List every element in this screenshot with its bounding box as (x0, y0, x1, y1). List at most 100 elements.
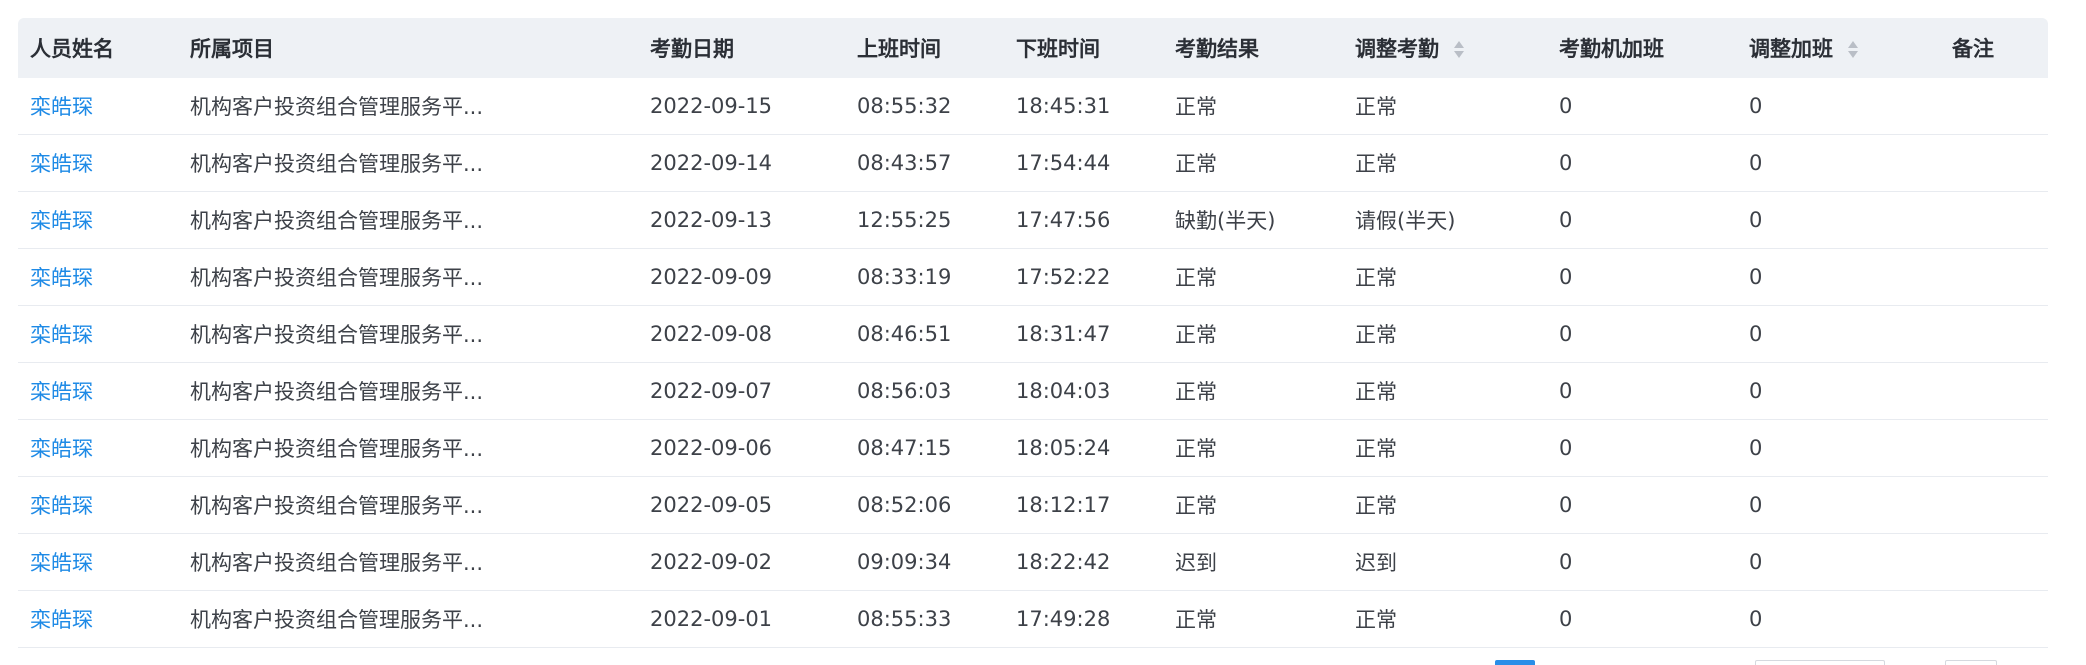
person-name-link[interactable]: 栾皓琛 (30, 380, 93, 404)
sort-up-icon (1454, 41, 1464, 48)
table-header-row: 人员姓名 所属项目 考勤日期 上班时间 下班时间 考勤结果 调整考勤 考勤机加班… (18, 18, 2048, 78)
cell-ot_adjust: 0 (1737, 191, 1940, 249)
cell-ot_adjust: 0 (1737, 305, 1940, 363)
cell-off: 18:04:03 (1004, 362, 1163, 420)
cell-ot_machine: 0 (1547, 305, 1737, 363)
cell-date: 2022-09-06 (638, 419, 845, 477)
table-row: 栾皓琛 机构客户投资组合管理服务平... 2022-09-15 08:55:32 18:… (18, 78, 2048, 135)
pagination-page-size-select[interactable] (1755, 660, 1885, 665)
column-header-label: 备注 (1952, 37, 1994, 61)
cell-off: 18:05:24 (1004, 419, 1163, 477)
person-name-link[interactable]: 栾皓琛 (30, 323, 93, 347)
cell-ot_machine: 0 (1547, 533, 1737, 591)
cell-date: 2022-09-15 (638, 78, 845, 135)
cell-off: 18:45:31 (1004, 78, 1163, 135)
cell-name: 栾皓琛 (18, 476, 178, 534)
cell-project: 机构客户投资组合管理服务平... (178, 305, 638, 363)
cell-ot_adjust: 0 (1737, 362, 1940, 420)
cell-date: 2022-09-09 (638, 248, 845, 306)
cell-ot_machine: 0 (1547, 419, 1737, 477)
cell-note (1940, 248, 2048, 306)
cell-date: 2022-09-05 (638, 476, 845, 534)
column-header-date: 考勤日期 (638, 18, 845, 78)
cell-off: 17:54:44 (1004, 134, 1163, 192)
cell-adjust: 正常 (1343, 305, 1547, 363)
cell-result: 迟到 (1163, 533, 1343, 591)
cell-ot_machine: 0 (1547, 78, 1737, 135)
cell-adjust: 正常 (1343, 248, 1547, 306)
page: 人员姓名 所属项目 考勤日期 上班时间 下班时间 考勤结果 调整考勤 考勤机加班… (0, 0, 2086, 665)
person-name-link[interactable]: 栾皓琛 (30, 551, 93, 575)
attendance-table: 人员姓名 所属项目 考勤日期 上班时间 下班时间 考勤结果 调整考勤 考勤机加班… (18, 18, 2048, 648)
cell-project: 机构客户投资组合管理服务平... (178, 134, 638, 192)
column-header-label: 考勤日期 (650, 37, 734, 61)
column-header-label: 考勤机加班 (1559, 37, 1664, 61)
cell-adjust: 请假(半天) (1343, 191, 1547, 249)
column-header-name: 人员姓名 (18, 18, 178, 78)
cell-note (1940, 419, 2048, 477)
cell-name: 栾皓琛 (18, 78, 178, 135)
cell-name: 栾皓琛 (18, 419, 178, 477)
cell-result: 正常 (1163, 248, 1343, 306)
cell-name: 栾皓琛 (18, 248, 178, 306)
person-name-link[interactable]: 栾皓琛 (30, 437, 93, 461)
column-header-adjust-overtime[interactable]: 调整加班 (1737, 18, 1940, 78)
cell-off: 18:31:47 (1004, 305, 1163, 363)
table-row: 栾皓琛 机构客户投资组合管理服务平... 2022-09-02 09:09:34 18:… (18, 533, 2048, 591)
sort-down-icon (1454, 51, 1464, 58)
cell-project: 机构客户投资组合管理服务平... (178, 78, 638, 135)
cell-result: 正常 (1163, 305, 1343, 363)
cell-on: 08:56:03 (845, 362, 1004, 420)
cell-result: 正常 (1163, 590, 1343, 648)
column-header-machine-overtime: 考勤机加班 (1547, 18, 1737, 78)
table-row: 栾皓琛 机构客户投资组合管理服务平... 2022-09-08 08:46:51 18:… (18, 305, 2048, 363)
cell-project: 机构客户投资组合管理服务平... (178, 476, 638, 534)
table-row: 栾皓琛 机构客户投资组合管理服务平... 2022-09-09 08:33:19 17:… (18, 248, 2048, 306)
cell-on: 08:55:33 (845, 590, 1004, 648)
table-body: 栾皓琛 机构客户投资组合管理服务平... 2022-09-15 08:55:32 18:… (18, 78, 2048, 648)
cell-note (1940, 134, 2048, 192)
person-name-link[interactable]: 栾皓琛 (30, 95, 93, 119)
sort-icon[interactable] (1847, 40, 1859, 60)
cell-project: 机构客户投资组合管理服务平... (178, 248, 638, 306)
column-header-note: 备注 (1940, 18, 2048, 78)
cell-on: 08:46:51 (845, 305, 1004, 363)
pagination-active-page[interactable] (1495, 660, 1535, 665)
person-name-link[interactable]: 栾皓琛 (30, 266, 93, 290)
person-name-link[interactable]: 栾皓琛 (30, 494, 93, 518)
column-header-adjust-attendance[interactable]: 调整考勤 (1343, 18, 1547, 78)
cell-result: 正常 (1163, 134, 1343, 192)
table-row: 栾皓琛 机构客户投资组合管理服务平... 2022-09-07 08:56:03 18:… (18, 362, 2048, 420)
cell-project: 机构客户投资组合管理服务平... (178, 191, 638, 249)
table-row: 栾皓琛 机构客户投资组合管理服务平... 2022-09-13 12:55:25 17:… (18, 191, 2048, 249)
attendance-table-panel: 人员姓名 所属项目 考勤日期 上班时间 下班时间 考勤结果 调整考勤 考勤机加班… (18, 18, 2048, 648)
cell-name: 栾皓琛 (18, 191, 178, 249)
cell-ot_adjust: 0 (1737, 533, 1940, 591)
cell-name: 栾皓琛 (18, 362, 178, 420)
cell-date: 2022-09-13 (638, 191, 845, 249)
column-header-label: 人员姓名 (30, 37, 114, 61)
cell-adjust: 正常 (1343, 476, 1547, 534)
cell-project: 机构客户投资组合管理服务平... (178, 419, 638, 477)
cell-note (1940, 533, 2048, 591)
sort-icon[interactable] (1453, 40, 1465, 60)
pagination-jump-input[interactable] (1945, 660, 1997, 665)
table-row: 栾皓琛 机构客户投资组合管理服务平... 2022-09-06 08:47:15 18:… (18, 419, 2048, 477)
cell-ot_adjust: 0 (1737, 248, 1940, 306)
cell-on: 12:55:25 (845, 191, 1004, 249)
column-header-label: 下班时间 (1016, 37, 1100, 61)
cell-on: 08:55:32 (845, 78, 1004, 135)
cell-result: 正常 (1163, 476, 1343, 534)
cell-off: 17:52:22 (1004, 248, 1163, 306)
cell-name: 栾皓琛 (18, 590, 178, 648)
cell-adjust: 正常 (1343, 134, 1547, 192)
person-name-link[interactable]: 栾皓琛 (30, 209, 93, 233)
cell-ot_adjust: 0 (1737, 78, 1940, 135)
cell-on: 08:33:19 (845, 248, 1004, 306)
cell-project: 机构客户投资组合管理服务平... (178, 533, 638, 591)
person-name-link[interactable]: 栾皓琛 (30, 152, 93, 176)
column-header-label: 所属项目 (190, 37, 274, 61)
person-name-link[interactable]: 栾皓琛 (30, 608, 93, 632)
cell-project: 机构客户投资组合管理服务平... (178, 590, 638, 648)
cell-on: 09:09:34 (845, 533, 1004, 591)
